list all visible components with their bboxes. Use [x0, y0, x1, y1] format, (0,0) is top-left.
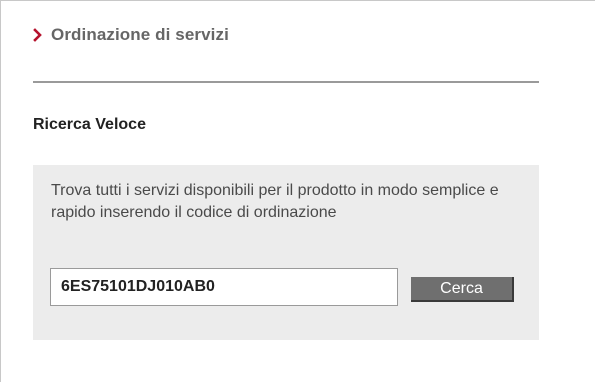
search-button[interactable]: Cerca — [411, 277, 514, 302]
order-code-input[interactable] — [50, 268, 398, 306]
quick-search-panel: Trova tutti i servizi disponibili per il… — [33, 165, 539, 340]
quick-search-description: Trova tutti i servizi disponibili per il… — [51, 182, 499, 221]
chevron-right-icon — [33, 28, 43, 42]
section-title: Ordinazione di servizi — [51, 25, 229, 44]
content-frame: Ordinazione di servizi Ricerca Veloce Tr… — [0, 0, 595, 382]
quick-search-title: Ricerca Veloce — [33, 116, 146, 133]
section-header: Ordinazione di servizi — [33, 25, 229, 45]
section-divider — [33, 81, 539, 83]
